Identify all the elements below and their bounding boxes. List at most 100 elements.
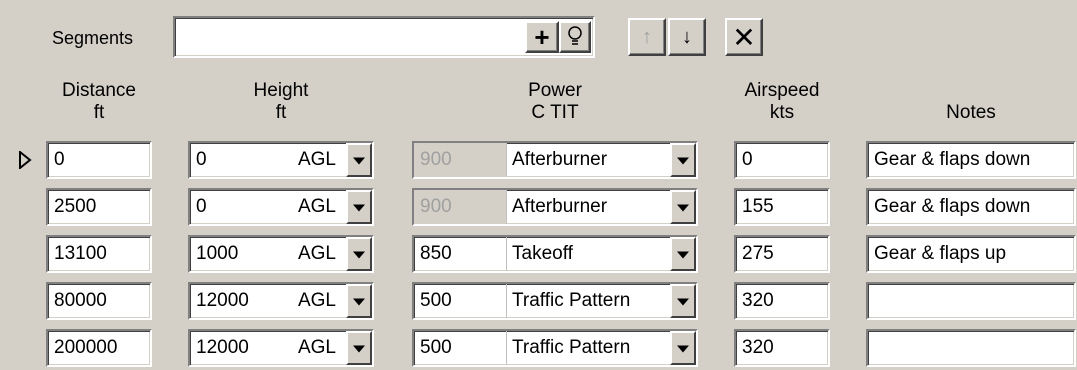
lightbulb-icon: [568, 26, 582, 45]
distance-field[interactable]: 200000: [46, 329, 152, 367]
arrow-down-icon: ↓: [682, 25, 692, 48]
tit-field: 900: [414, 143, 507, 177]
tit-field[interactable]: 500: [414, 331, 507, 365]
airspeed-field[interactable]: 275: [734, 235, 830, 273]
power-header-title: Power: [528, 80, 582, 101]
move-up-button[interactable]: ↑: [628, 18, 666, 56]
plus-icon: +: [534, 21, 550, 52]
hint-button[interactable]: [559, 21, 591, 53]
power-setting-value: Afterburner: [512, 149, 608, 170]
height-header-unit: ft: [275, 102, 287, 123]
height-ref-value: AGL: [297, 290, 336, 311]
distance-field[interactable]: 13100: [46, 235, 152, 273]
power-dropdown-button[interactable]: [670, 190, 696, 224]
power-setting-value: Takeoff: [512, 243, 573, 264]
distance-value: 80000: [54, 290, 107, 311]
height-value: 12000: [196, 337, 249, 358]
power-dropdown-button[interactable]: [670, 331, 696, 365]
height-field[interactable]: 12000 AGL: [188, 329, 374, 367]
notes-field[interactable]: Gear & flaps up: [866, 235, 1076, 273]
tit-value: 900: [420, 149, 452, 170]
power-field[interactable]: 500 Traffic Pattern: [412, 282, 698, 320]
tit-value: 900: [420, 196, 452, 217]
notes-value: Gear & flaps down: [874, 196, 1031, 217]
distance-value: 0: [54, 149, 65, 170]
distance-header-title: Distance: [62, 80, 136, 101]
height-ref-value: AGL: [297, 337, 336, 358]
distance-header-unit: ft: [93, 102, 105, 123]
height-header-title: Height: [253, 80, 309, 101]
arrow-up-icon: ↑: [642, 25, 652, 48]
height-value: 12000: [196, 290, 249, 311]
distance-value: 200000: [54, 337, 118, 358]
airspeed-value: 320: [742, 337, 774, 358]
height-ref-dropdown-button[interactable]: [346, 237, 372, 271]
notes-value: Gear & flaps down: [874, 149, 1031, 170]
height-header: Height ft: [188, 80, 374, 124]
power-dropdown-button[interactable]: [670, 143, 696, 177]
height-field[interactable]: 0 AGL: [188, 141, 374, 179]
power-setting-value: Traffic Pattern: [512, 290, 631, 311]
tit-field: 900: [414, 190, 507, 224]
notes-value: Gear & flaps up: [874, 243, 1007, 264]
height-field[interactable]: 12000 AGL: [188, 282, 374, 320]
height-ref-dropdown-button[interactable]: [346, 190, 372, 224]
airspeed-value: 275: [742, 243, 774, 264]
airspeed-field[interactable]: 0: [734, 141, 830, 179]
airspeed-header-unit: kts: [769, 102, 795, 123]
distance-field[interactable]: 2500: [46, 188, 152, 226]
distance-value: 13100: [54, 243, 107, 264]
power-field[interactable]: 500 Traffic Pattern: [412, 329, 698, 367]
airspeed-field[interactable]: 320: [734, 329, 830, 367]
height-ref-value: AGL: [297, 243, 336, 264]
distance-field[interactable]: 80000: [46, 282, 152, 320]
tit-value: 850: [420, 243, 452, 264]
airspeed-value: 155: [742, 196, 774, 217]
height-ref-value: AGL: [297, 149, 336, 170]
height-ref-value: AGL: [297, 196, 336, 217]
notes-header-title: Notes: [946, 102, 996, 123]
height-value: 1000: [196, 243, 239, 264]
distance-field[interactable]: 0: [46, 141, 152, 179]
segments-label: Segments: [52, 28, 134, 48]
height-field[interactable]: 0 AGL: [188, 188, 374, 226]
distance-value: 2500: [54, 196, 97, 217]
airspeed-header: Airspeed kts: [734, 80, 830, 124]
power-setting-value: Traffic Pattern: [512, 337, 631, 358]
height-value: 0: [196, 196, 207, 217]
airspeed-value: 0: [742, 149, 753, 170]
distance-header: Distance ft: [46, 80, 152, 124]
power-field[interactable]: 850 Takeoff: [412, 235, 698, 273]
airspeed-field[interactable]: 320: [734, 282, 830, 320]
current-row-indicator-icon: [19, 151, 32, 169]
power-dropdown-button[interactable]: [670, 284, 696, 318]
airspeed-header-title: Airspeed: [744, 80, 820, 101]
airspeed-field[interactable]: 155: [734, 188, 830, 226]
height-field[interactable]: 1000 AGL: [188, 235, 374, 273]
notes-field[interactable]: [866, 329, 1076, 367]
power-header: Power C TIT: [412, 80, 698, 124]
tit-field[interactable]: 500: [414, 284, 507, 318]
delete-segment-button[interactable]: ✕: [725, 18, 763, 56]
height-ref-dropdown-button[interactable]: [346, 284, 372, 318]
height-ref-dropdown-button[interactable]: [346, 331, 372, 365]
height-value: 0: [196, 149, 207, 170]
notes-header: Notes: [866, 102, 1076, 124]
power-header-unit: C TIT: [531, 102, 579, 123]
power-dropdown-button[interactable]: [670, 237, 696, 271]
tit-field[interactable]: 850: [414, 237, 507, 271]
notes-field[interactable]: Gear & flaps down: [866, 188, 1076, 226]
tit-value: 500: [420, 290, 452, 311]
height-ref-dropdown-button[interactable]: [346, 143, 372, 177]
notes-field[interactable]: Gear & flaps down: [866, 141, 1076, 179]
power-field[interactable]: 900 Afterburner: [412, 141, 698, 179]
segments-field[interactable]: +: [173, 16, 595, 58]
notes-field[interactable]: [866, 282, 1076, 320]
move-down-button[interactable]: ↓: [668, 18, 706, 56]
power-setting-value: Afterburner: [512, 196, 608, 217]
airspeed-value: 320: [742, 290, 774, 311]
close-icon: ✕: [732, 21, 756, 53]
power-field[interactable]: 900 Afterburner: [412, 188, 698, 226]
add-segment-button[interactable]: +: [525, 21, 559, 53]
tit-value: 500: [420, 337, 452, 358]
